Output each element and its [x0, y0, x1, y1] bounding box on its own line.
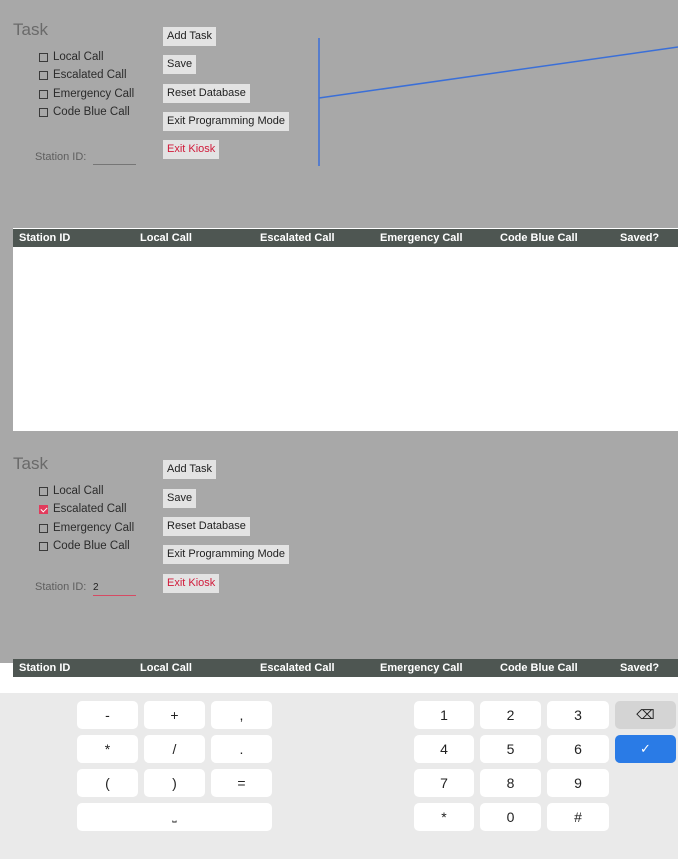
- checkbox-code-blue-call[interactable]: Code Blue Call: [39, 540, 130, 552]
- exit-programming-mode-button[interactable]: Exit Programming Mode: [163, 545, 289, 564]
- save-button[interactable]: Save: [163, 55, 197, 74]
- save-button[interactable]: Save: [163, 489, 197, 508]
- checkbox-box-checked[interactable]: [39, 504, 48, 514]
- task-title: Task: [13, 20, 48, 39]
- column-header: Saved?: [620, 662, 660, 674]
- checkbox-escalated-call[interactable]: Escalated Call: [39, 503, 127, 515]
- backspace-icon[interactable]: ⌫: [615, 701, 676, 729]
- checkbox-escalated-call[interactable]: Escalated Call: [39, 69, 127, 81]
- key-6[interactable]: 6: [547, 735, 609, 763]
- key-5[interactable]: 5: [480, 735, 541, 763]
- task-title: Task: [13, 454, 48, 473]
- line-graph: [318, 38, 678, 166]
- checkbox-label: Local Call: [53, 485, 104, 497]
- key-1[interactable]: 1: [414, 701, 474, 729]
- key-4[interactable]: 4: [414, 735, 474, 763]
- checkbox-box[interactable]: [39, 52, 48, 62]
- checkbox-label: Emergency Call: [53, 522, 135, 534]
- checkbox-label: Code Blue Call: [53, 106, 130, 118]
- table-header: Station ID Local Call Escalated Call Eme…: [13, 229, 678, 247]
- key-slash[interactable]: /: [144, 735, 205, 763]
- add-task-button[interactable]: Add Task: [163, 460, 217, 479]
- column-header: Code Blue Call: [500, 662, 578, 674]
- key-close-paren[interactable]: ): [144, 769, 205, 797]
- checkbox-code-blue-call[interactable]: Code Blue Call: [39, 106, 130, 118]
- exit-kiosk-button[interactable]: Exit Kiosk: [163, 574, 220, 593]
- station-id-input[interactable]: [93, 151, 136, 165]
- column-header: Local Call: [140, 232, 192, 244]
- table-header: Station ID Local Call Escalated Call Eme…: [13, 659, 678, 677]
- sloped-line: [318, 46, 678, 99]
- key-period[interactable]: .: [211, 735, 272, 763]
- checkbox-local-call[interactable]: Local Call: [39, 51, 104, 63]
- key-comma[interactable]: ,: [211, 701, 272, 729]
- key-0[interactable]: 0: [480, 803, 541, 831]
- screen-2: Task Local Call Escalated Call Emergency…: [0, 431, 678, 859]
- key-plus[interactable]: +: [144, 701, 205, 729]
- exit-kiosk-button[interactable]: Exit Kiosk: [163, 140, 220, 159]
- numeric-keyboard: - + , * / . ( ) = ⎵ 1 2 3 ⌫ 4 5 6 ✓ 7 8 …: [0, 693, 678, 859]
- column-header: Saved?: [620, 232, 660, 244]
- checkbox-label: Local Call: [53, 51, 104, 63]
- key-7[interactable]: 7: [414, 769, 474, 797]
- checkbox-label: Escalated Call: [53, 69, 127, 81]
- column-header: Station ID: [19, 232, 71, 244]
- key-space[interactable]: ⎵: [77, 803, 272, 831]
- column-header: Local Call: [140, 662, 192, 674]
- left-strip: [0, 228, 13, 431]
- key-asterisk[interactable]: *: [77, 735, 138, 763]
- checkbox-emergency-call[interactable]: Emergency Call: [39, 88, 134, 100]
- checkbox-box[interactable]: [39, 523, 48, 533]
- key-2[interactable]: 2: [480, 701, 541, 729]
- checkbox-box[interactable]: [39, 486, 48, 496]
- checkbox-label: Escalated Call: [53, 503, 127, 515]
- checkmark-icon[interactable]: ✓: [615, 735, 676, 763]
- checkbox-label: Code Blue Call: [53, 540, 130, 552]
- key-equals[interactable]: =: [211, 769, 272, 797]
- column-header: Escalated Call: [260, 662, 335, 674]
- reset-database-button[interactable]: Reset Database: [163, 84, 250, 103]
- station-id-label: Station ID:: [35, 151, 87, 163]
- key-open-paren[interactable]: (: [77, 769, 138, 797]
- column-header: Emergency Call: [380, 232, 463, 244]
- key-8[interactable]: 8: [480, 769, 541, 797]
- exit-programming-mode-button[interactable]: Exit Programming Mode: [163, 112, 289, 131]
- key-minus[interactable]: -: [77, 701, 138, 729]
- checkbox-emergency-call[interactable]: Emergency Call: [39, 522, 134, 534]
- screen-1: Task Local Call Escalated Call Emergency…: [0, 0, 678, 431]
- column-header: Code Blue Call: [500, 232, 578, 244]
- key-9[interactable]: 9: [547, 769, 609, 797]
- column-header: Emergency Call: [380, 662, 463, 674]
- station-id-input[interactable]: 2: [93, 582, 136, 596]
- checkbox-local-call[interactable]: Local Call: [39, 485, 104, 497]
- checkbox-label: Emergency Call: [53, 88, 135, 100]
- column-header: Station ID: [19, 662, 71, 674]
- reset-database-button[interactable]: Reset Database: [163, 517, 250, 536]
- checkbox-box[interactable]: [39, 70, 48, 80]
- station-id-label: Station ID:: [35, 581, 87, 593]
- key-star[interactable]: *: [414, 803, 474, 831]
- checkbox-box[interactable]: [39, 107, 48, 117]
- add-task-button[interactable]: Add Task: [163, 27, 217, 46]
- column-header: Escalated Call: [260, 232, 335, 244]
- key-hash[interactable]: #: [547, 803, 609, 831]
- checkbox-box[interactable]: [39, 541, 48, 551]
- key-3[interactable]: 3: [547, 701, 609, 729]
- checkbox-box[interactable]: [39, 89, 48, 99]
